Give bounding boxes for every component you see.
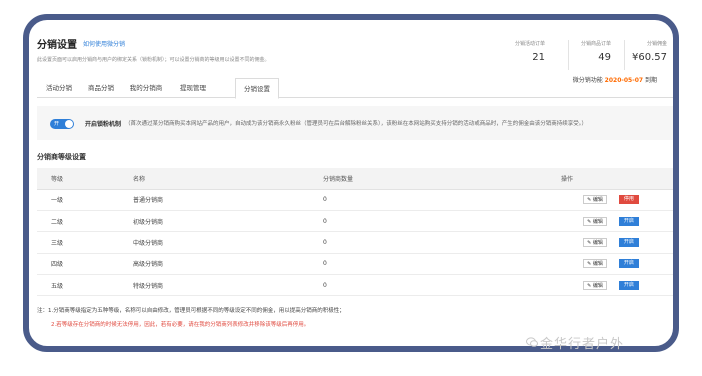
cell-name: 中级分销商: [133, 231, 323, 254]
stat-value: 49: [598, 52, 611, 63]
table-row: 二级 初级分销商 0 ✎ 编辑 开启: [37, 210, 673, 233]
watermark-text: 金华行者户外: [540, 337, 625, 352]
note-levels: 注：1.分销商等级指定为五种等级，名称可以自由修改，管理员可根据不同的等级设定不…: [37, 308, 345, 314]
edit-label: 编辑: [592, 197, 603, 204]
cell-count: 0: [323, 253, 561, 276]
edit-label: 编辑: [592, 282, 603, 289]
cell-count: 0: [323, 274, 561, 297]
edit-label: 编辑: [592, 261, 603, 268]
cell-actions: ✎ 编辑 开启: [561, 253, 673, 276]
disable-button[interactable]: 停用: [618, 195, 639, 205]
lock-fans-label: 开启锁粉机制: [85, 121, 122, 128]
cell-count: 0: [323, 189, 561, 211]
wechat-icon: [526, 337, 538, 347]
cell-actions: ✎ 编辑 开启: [561, 231, 673, 254]
edit-label: 编辑: [592, 239, 603, 246]
cell-count: 0: [323, 231, 561, 254]
toggle-state-label: 开: [54, 121, 60, 127]
tab-my-distributors[interactable]: 我的分销商: [121, 78, 171, 98]
stat-value: ¥60.57: [632, 52, 667, 63]
table-row: 五级 特级分销商 0 ✎ 编辑 开启: [37, 274, 673, 297]
stat-label: 分销活动订单: [514, 41, 545, 47]
stat-product-orders: 分销商品订单 49: [581, 40, 611, 63]
edit-button[interactable]: ✎ 编辑: [583, 259, 607, 269]
note-warning: 2.若等级存在分销商的时候无法停用，因此，若有必要，请在我的分销商列表修改并移除…: [51, 322, 310, 328]
col-level: 等级: [37, 168, 133, 190]
tab-distribution-settings[interactable]: 分销设置: [235, 78, 279, 99]
page-title: 分销设置: [37, 40, 77, 51]
toggle-knob: [65, 120, 73, 128]
tab-bar: 活动分销 商品分销 我的分销商 提现管理 分销设置: [37, 78, 673, 99]
cell-count: 0: [323, 210, 561, 233]
app-window: 分销设置 如何使用微分销 此设置页面可以启用分销商与用户的绑定关系（锁粉机制）；…: [23, 14, 679, 352]
edit-button[interactable]: ✎ 编辑: [583, 195, 607, 205]
tab-withdrawal[interactable]: 提现管理: [171, 78, 215, 98]
stat-divider: [624, 40, 625, 70]
table-row: 四级 高级分销商 0 ✎ 编辑 开启: [37, 253, 673, 276]
table-row: 三级 中级分销商 0 ✎ 编辑 开启: [37, 231, 673, 254]
cell-name: 特级分销商: [133, 274, 323, 297]
stat-value: 21: [532, 52, 545, 63]
enable-button[interactable]: 开启: [618, 280, 639, 290]
table-row: 一级 普通分销商 0 ✎ 编辑 停用: [37, 189, 673, 211]
tab-product-distribution[interactable]: 商品分销: [81, 78, 121, 98]
cell-level: 四级: [37, 253, 133, 276]
stat-label: 分销商品订单: [580, 41, 611, 47]
edit-button[interactable]: ✎ 编辑: [583, 237, 607, 247]
cell-actions: ✎ 编辑 开启: [561, 210, 673, 233]
cell-level: 二级: [37, 210, 133, 233]
enable-button[interactable]: 开启: [618, 216, 639, 226]
lock-fans-description: （首次通过某分销商购买本网站产品的用户，自动成为该分销商永久粉丝（管理员可在后台…: [125, 121, 588, 127]
stat-activity-orders: 分销活动订单 21: [515, 40, 545, 63]
cell-level: 三级: [37, 231, 133, 254]
col-count: 分销商数量: [323, 168, 561, 190]
cell-actions: ✎ 编辑 开启: [561, 274, 673, 297]
levels-table: 等级 名称 分销商数量 操作 一级 普通分销商 0 ✎ 编辑 停用 二级 初级分…: [37, 168, 673, 297]
page-description: 此设置页面可以启用分销商与用户的绑定关系（锁粉机制）；可以设置分销商的等级用以设…: [37, 57, 270, 63]
cell-name: 高级分销商: [133, 253, 323, 276]
lock-fans-toggle[interactable]: 开: [50, 119, 74, 129]
help-link[interactable]: 如何使用微分销: [83, 39, 125, 48]
col-actions: 操作: [561, 168, 673, 190]
col-name: 名称: [133, 168, 323, 190]
edit-button[interactable]: ✎ 编辑: [583, 216, 607, 226]
cell-level: 五级: [37, 274, 133, 297]
table-header-row: 等级 名称 分销商数量 操作: [37, 168, 673, 190]
stat-label: 分销佣金: [646, 41, 667, 47]
stat-commission: 分销佣金 ¥60.57: [632, 40, 667, 63]
stat-divider: [568, 40, 569, 70]
enable-button[interactable]: 开启: [618, 237, 639, 247]
edit-button[interactable]: ✎ 编辑: [583, 280, 607, 290]
lock-fans-row: 开 开启锁粉机制 （首次通过某分销商购买本网站产品的用户，自动成为该分销商永久粉…: [37, 106, 673, 140]
cell-level: 一级: [37, 189, 133, 211]
cell-name: 初级分销商: [133, 210, 323, 233]
cell-actions: ✎ 编辑 停用: [561, 189, 673, 211]
tab-activity-distribution[interactable]: 活动分销: [37, 78, 81, 98]
cell-name: 普通分销商: [133, 189, 323, 211]
enable-button[interactable]: 开启: [618, 259, 639, 269]
section-title: 分销商等级设置: [37, 153, 86, 161]
edit-label: 编辑: [592, 218, 603, 225]
